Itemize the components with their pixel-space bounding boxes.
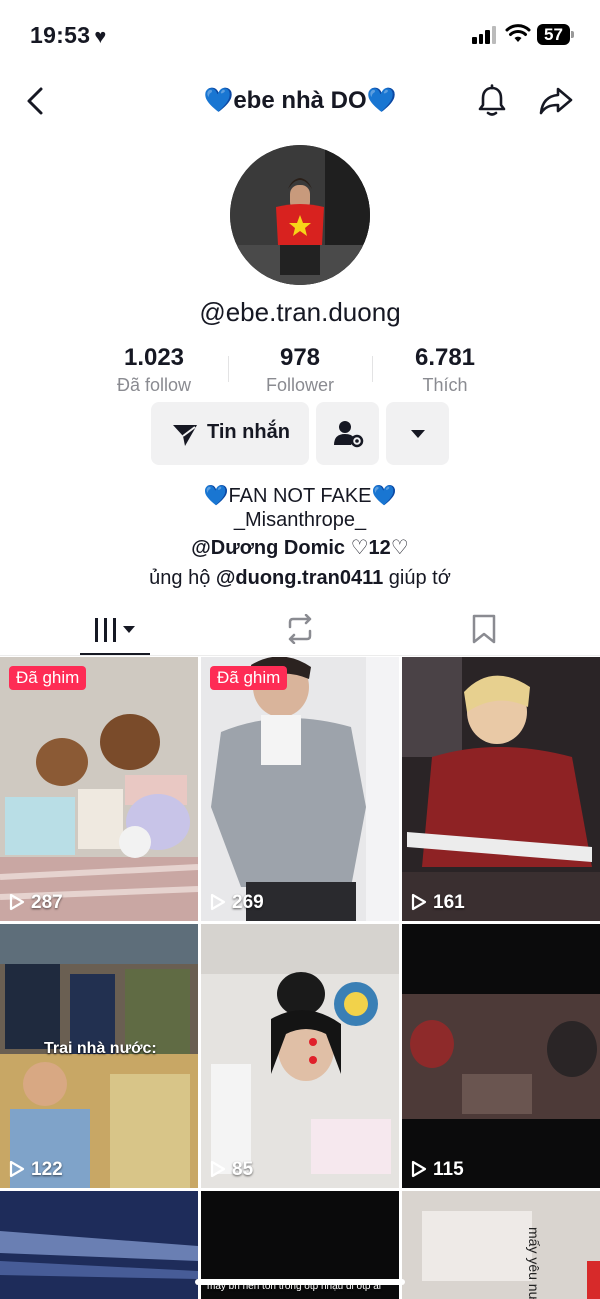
bio-mention[interactable]: @Dương Domic ♡12♡ xyxy=(191,537,408,559)
play-icon xyxy=(411,1160,427,1178)
view-count: 269 xyxy=(210,892,264,914)
bio-line: 💙FAN NOT FAKE💙 xyxy=(203,485,397,507)
play-icon xyxy=(411,893,427,911)
share-icon[interactable] xyxy=(538,85,574,117)
play-icon xyxy=(9,1160,25,1178)
avatar[interactable] xyxy=(230,145,370,285)
wifi-icon xyxy=(505,24,531,42)
view-count: 115 xyxy=(411,1159,464,1181)
send-icon xyxy=(173,425,197,446)
content-tabs xyxy=(0,604,600,656)
video-thumbnail[interactable]: 161 xyxy=(402,657,600,921)
stat-value: 978 xyxy=(279,344,321,371)
bell-icon[interactable] xyxy=(476,84,508,118)
bio-mention[interactable]: @duong.tran0411 xyxy=(216,567,383,589)
home-indicator[interactable] xyxy=(195,1279,405,1285)
more-options-button[interactable] xyxy=(386,402,449,465)
stat-value: 6.781 xyxy=(414,344,476,371)
tab-reposts-icon[interactable] xyxy=(284,614,316,644)
stat-label: Thích xyxy=(422,375,468,395)
stat-value: 1.023 xyxy=(123,344,185,371)
stat-following[interactable]: 1.023 Đã follow xyxy=(84,344,224,396)
profile-handle: @ebe.tran.duong xyxy=(199,297,401,327)
user-settings-icon xyxy=(334,421,364,448)
bio-line: _Misanthrope_ xyxy=(233,509,367,531)
view-count: 122 xyxy=(9,1159,63,1181)
divider xyxy=(228,356,229,382)
video-thumbnail[interactable]: Trai nhà nước: 122 xyxy=(0,924,198,1188)
pinned-badge: Đã ghim xyxy=(210,666,288,690)
video-thumbnail[interactable]: Đã ghim 269 xyxy=(201,657,399,921)
profile-stats: 1.023 Đã follow 978 Follower 6.781 Thích xyxy=(0,344,600,396)
tab-saved-bookmark-icon[interactable] xyxy=(471,613,497,645)
stat-label: Đã follow xyxy=(116,375,192,395)
video-thumbnail[interactable]: Đã ghim 287 xyxy=(0,657,198,921)
status-bar: 19:53 ♥ 57 xyxy=(0,0,600,70)
view-count: 161 xyxy=(411,892,465,914)
follow-settings-button[interactable] xyxy=(316,402,379,465)
message-button[interactable]: Tin nhắn xyxy=(151,402,309,465)
view-count: 287 xyxy=(9,892,63,914)
tab-videos-grid-icon[interactable] xyxy=(94,616,140,644)
video-caption: Trai nhà nước: xyxy=(44,1040,157,1057)
stat-likes[interactable]: 6.781 Thích xyxy=(375,344,515,396)
pinned-badge: Đã ghim xyxy=(9,666,87,690)
divider xyxy=(372,356,373,382)
heart-icon: ♥ xyxy=(94,26,107,48)
active-tab-indicator xyxy=(80,653,150,655)
status-time: 19:53 ♥ xyxy=(30,22,107,48)
video-thumbnail[interactable]: 115 xyxy=(402,924,600,1188)
video-thumbnail[interactable] xyxy=(0,1191,198,1299)
stat-followers[interactable]: 978 Follower xyxy=(230,344,370,396)
page-title: 💙ebe nhà DO💙 xyxy=(203,87,397,114)
play-icon xyxy=(210,1160,226,1178)
video-thumbnail[interactable]: mấy yêu nước xyxy=(402,1191,600,1299)
video-thumbnail[interactable]: 85 xyxy=(201,924,399,1188)
bio-line: @Dương Domic ♡12♡ xyxy=(0,535,600,560)
message-button-label: Tin nhắn xyxy=(207,421,290,443)
bio-line: ủng hộ @duong.tran0411 giúp tớ xyxy=(149,567,451,589)
video-caption: mấy yêu nước xyxy=(526,1227,542,1299)
battery-indicator: 57 xyxy=(537,24,574,45)
stat-label: Follower xyxy=(265,375,335,395)
signal-icon xyxy=(472,26,498,44)
caret-down-icon xyxy=(411,430,425,438)
view-count: 85 xyxy=(210,1159,253,1181)
play-icon xyxy=(210,893,226,911)
play-icon xyxy=(9,893,25,911)
